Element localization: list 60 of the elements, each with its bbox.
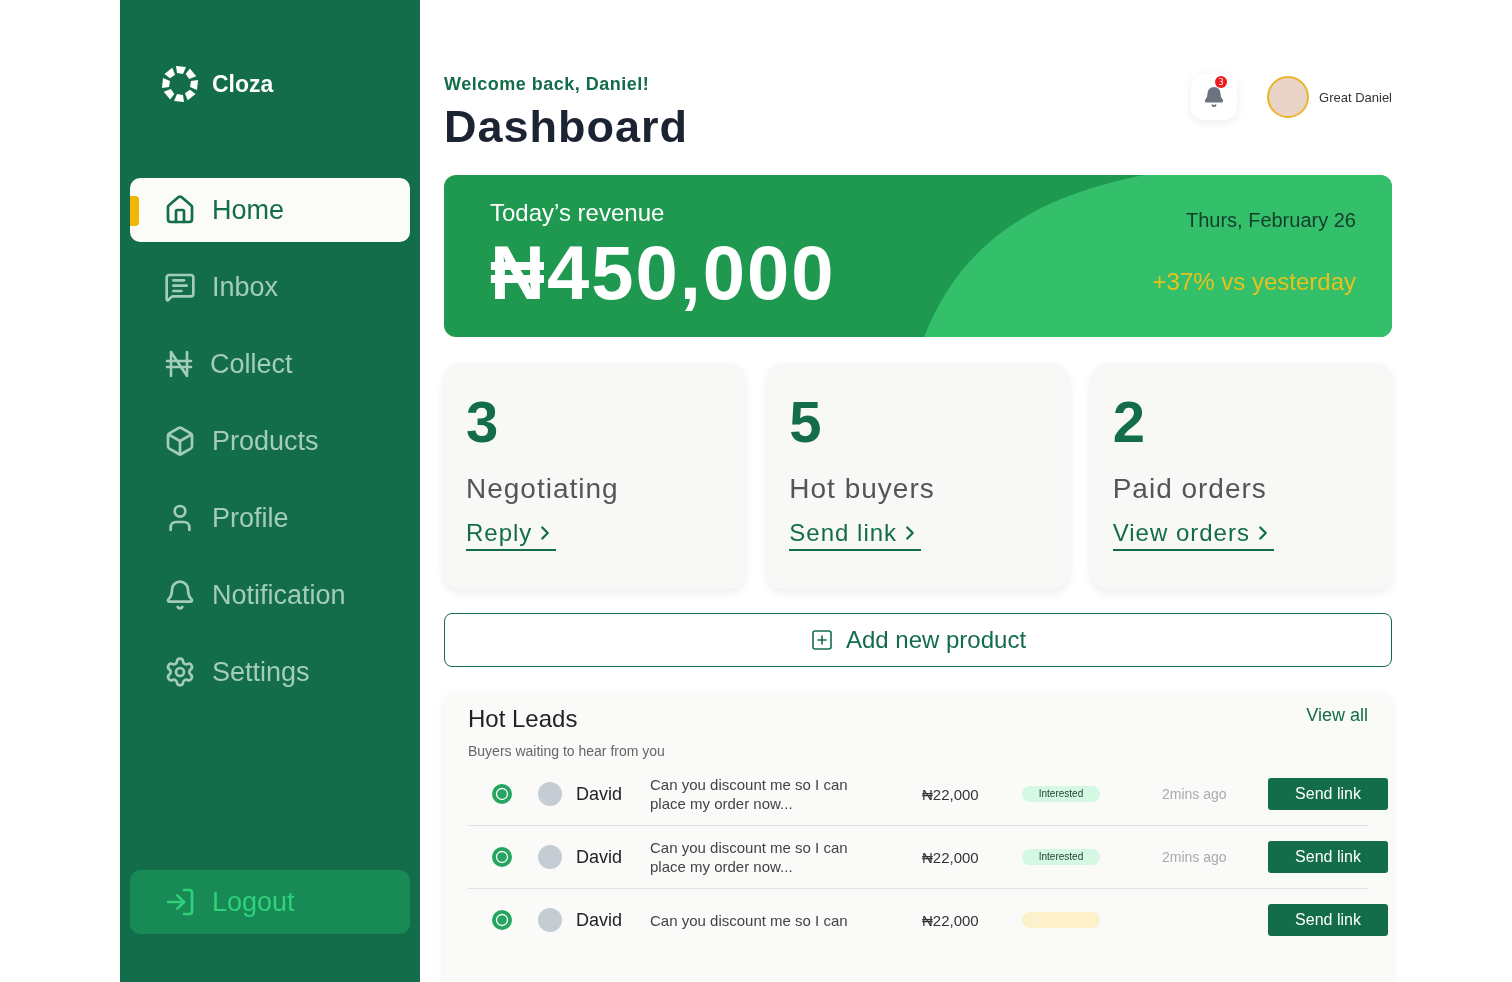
page-title: Dashboard: [444, 101, 689, 153]
avatar[interactable]: [1267, 76, 1309, 118]
send-link-button[interactable]: Send link: [1268, 841, 1388, 873]
nav-item[interactable]: Collect: [130, 332, 410, 396]
avatar: [538, 782, 562, 806]
revenue-amount: ₦450,000: [490, 229, 836, 317]
welcome-text: Welcome back, Daniel!: [444, 74, 651, 95]
lead-message: Can you discount me so I can: [650, 910, 849, 930]
stat-value: 2: [1112, 393, 1146, 451]
date-text: Thurs, February 26: [1185, 209, 1356, 232]
active-indicator: [130, 196, 139, 226]
status-badge: Interested: [1022, 786, 1100, 802]
stat-value: 3: [466, 393, 500, 451]
stat-value: 5: [789, 393, 823, 451]
add-product-button[interactable]: Add new product: [444, 613, 1392, 667]
avatar: [538, 845, 562, 869]
plus-icon: [809, 628, 834, 652]
stat-label: Paid orders: [1112, 473, 1268, 505]
lead-price: ₦22,000: [922, 911, 980, 929]
section-title: Hot Leads: [468, 705, 578, 733]
nav-item[interactable]: Inbox: [130, 255, 410, 319]
lead-name: David: [576, 783, 624, 805]
lead-name: David: [576, 846, 624, 868]
view-all-link[interactable]: View all: [1306, 705, 1368, 726]
nav-item[interactable]: Home: [130, 178, 410, 242]
lead-message: Can you discount me so I can place my order now...: [650, 838, 849, 876]
naira-icon: [164, 349, 194, 379]
user-name: Great Daniel: [1319, 89, 1392, 105]
send-link-button[interactable]: Send link: [1268, 904, 1388, 936]
revenue-label: Today’s revenue: [490, 199, 666, 227]
lead-time: 2mins ago: [1162, 849, 1228, 865]
send-link-button[interactable]: Send link: [1268, 778, 1388, 810]
lead-time: 2mins ago: [1162, 786, 1228, 802]
bell-icon: [164, 579, 196, 611]
nav-item[interactable]: Products: [130, 409, 410, 473]
change-text: +37% vs yesterday: [1152, 268, 1356, 296]
lead-price: ₦22,000: [922, 848, 980, 866]
lead-name: David: [576, 909, 624, 931]
nav-item[interactable]: Settings: [130, 640, 410, 704]
stat-link[interactable]: Reply: [466, 519, 557, 551]
lead-message: Can you discount me so I can place my order now...: [650, 775, 849, 813]
logo-icon: [160, 64, 200, 104]
notification-button[interactable]: 3: [1191, 74, 1237, 120]
box-icon: [164, 425, 196, 457]
home-icon: [164, 194, 196, 226]
stat-label: Negotiating: [466, 473, 620, 505]
brand-name: Cloza: [212, 70, 274, 98]
avatar: [538, 908, 562, 932]
lead-price: ₦22,000: [922, 785, 980, 803]
stat-link[interactable]: Send link: [789, 519, 922, 551]
nav-item[interactable]: Notification: [130, 563, 410, 627]
nav-item[interactable]: Profile: [130, 486, 410, 550]
section-subtitle: Buyers waiting to hear from you: [468, 743, 666, 759]
bell-icon: [1203, 86, 1225, 108]
status-badge: Interested: [1022, 849, 1100, 865]
stat-link[interactable]: View orders: [1112, 519, 1274, 551]
settings-icon: [164, 656, 196, 688]
stat-label: Hot buyers: [789, 473, 936, 505]
notification-count: 3: [1215, 76, 1227, 88]
logout-icon: [164, 886, 196, 918]
